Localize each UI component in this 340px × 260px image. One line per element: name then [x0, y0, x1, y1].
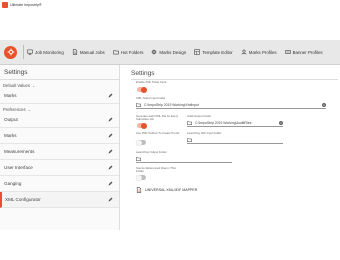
audit-folder-label: Audit Output Folder	[187, 114, 212, 118]
pencil-icon[interactable]	[108, 149, 113, 154]
monitor-icon	[27, 49, 33, 55]
pencil-icon[interactable]	[108, 181, 113, 186]
gear-icon	[7, 48, 14, 56]
pencil-icon[interactable]	[108, 165, 113, 170]
clear-icon[interactable]: ×	[279, 121, 283, 125]
settings-panel: Settings Enable XML Ticket Input XML Tic…	[131, 68, 340, 228]
sidebar-item-output[interactable]: Output	[0, 112, 119, 128]
audit-folder-value: C:\ImpoStrip 2019 Working\AuditFiles	[195, 121, 252, 125]
layout-icon	[194, 49, 200, 55]
xml-mapper-label: UNIVERSAL XML/JDF MAPPER	[145, 188, 198, 192]
marks-design-button[interactable]: Marks Design	[151, 49, 186, 55]
xml-mapper-button[interactable]: UNIVERSAL XML/JDF MAPPER	[136, 187, 197, 193]
sidebar-item-label: Marks	[4, 93, 17, 98]
audit-folder-field[interactable]: C:\ImpoStrip 2019 Working\AuditFiles ×	[187, 120, 283, 127]
ticket-folder-value: C:\ImpoStrip 2019 Working\XmlInput	[144, 103, 199, 107]
ticket-folder-label: XML Ticket Input Folder	[136, 96, 166, 100]
crosshair-icon	[151, 49, 158, 55]
audit-job-toggle[interactable]	[137, 122, 147, 129]
banner-profiles-label: Banner Profiles	[292, 49, 323, 55]
output-folder-label: Launching Output Folder	[136, 150, 167, 154]
pencil-icon[interactable]	[108, 93, 113, 98]
sidebar-item-default-marks[interactable]: Marks	[0, 88, 119, 104]
enable-xml-toggle[interactable]	[137, 86, 147, 93]
hot-folders-label: Hot Folders	[120, 49, 144, 55]
main-toolbar: Job Monitoring Manual Jobs Hot Folders M…	[0, 40, 340, 65]
clear-icon[interactable]: ×	[322, 103, 326, 107]
ticket-folder-field[interactable]: C:\ImpoStrip 2019 Working\XmlInput ×	[136, 102, 326, 109]
group-preferences[interactable]: Preferences ⌄	[0, 104, 119, 112]
user-icon	[241, 49, 247, 55]
referenced-files-label: Source Referenced Files in This Folder	[136, 166, 176, 173]
folder-icon	[187, 121, 192, 125]
sidebar-title: Settings	[4, 68, 28, 76]
pdf-toolbox-label: Use PDF Toolbox To Create Proofs	[136, 131, 180, 135]
page-title: Settings	[131, 69, 155, 77]
pencil-icon[interactable]	[108, 197, 113, 202]
output-folder-field[interactable]	[136, 156, 232, 163]
sidebar-header: Settings	[0, 65, 119, 80]
pdf-toolbox-toggle[interactable]	[136, 139, 146, 146]
toolbar-separator	[23, 45, 24, 59]
group-default-values[interactable]: Default Values ⌄	[0, 80, 119, 88]
pencil-icon[interactable]	[108, 117, 113, 122]
app-icon	[2, 2, 8, 8]
sidebar-item-label: Measurements	[4, 149, 35, 154]
marks-design-label: Marks Design	[159, 49, 187, 55]
banner-profiles-button[interactable]: Banner Profiles	[284, 49, 323, 55]
jdf-folder-field[interactable]	[187, 137, 283, 144]
sidebar-item-label: Output	[4, 117, 18, 122]
title-bar: Ultimate Impostrip®	[0, 0, 340, 10]
job-monitoring-label: Job Monitoring	[35, 49, 64, 55]
impostrip-logo-button[interactable]	[4, 45, 17, 59]
folder-icon	[187, 138, 192, 142]
template-editor-button[interactable]: Template Editor	[194, 49, 233, 55]
banner-icon	[284, 50, 291, 54]
document-icon	[72, 49, 77, 55]
folder-icon	[136, 103, 141, 107]
sidebar-item-marks[interactable]: Marks	[0, 128, 119, 144]
window-title: Ultimate Impostrip®	[10, 3, 42, 7]
job-monitoring-button[interactable]: Job Monitoring	[27, 49, 64, 55]
sidebar-item-label: XML Configurator	[5, 197, 41, 202]
hot-folders-button[interactable]: Hot Folders	[113, 49, 144, 55]
jdf-folder-label: Launching JDF Input Folder	[187, 131, 222, 135]
manual-jobs-button[interactable]: Manual Jobs	[72, 49, 105, 55]
settings-sidebar: Settings Default Values ⌄ Marks Preferen…	[0, 65, 120, 230]
folder-icon	[113, 50, 119, 55]
sidebar-item-label: Marks	[4, 133, 17, 138]
folder-icon	[136, 157, 141, 161]
enable-xml-label: Enable XML Ticket Input	[136, 80, 167, 84]
sidebar-item-xml-configurator[interactable]: XML Configurator	[0, 192, 119, 208]
pencil-icon[interactable]	[108, 133, 113, 138]
manual-jobs-label: Manual Jobs	[79, 49, 105, 55]
sidebar-item-label: User Interface	[4, 165, 33, 170]
mapper-icon	[136, 187, 142, 193]
sidebar-item-ganging[interactable]: Ganging	[0, 176, 119, 192]
referenced-files-toggle[interactable]	[136, 174, 146, 181]
template-editor-label: Template Editor	[202, 49, 233, 55]
marks-profiles-button[interactable]: Marks Profiles	[241, 49, 277, 55]
sidebar-item-label: Ganging	[4, 181, 22, 186]
sidebar-item-measurements[interactable]: Measurements	[0, 144, 119, 160]
sidebar-item-user-interface[interactable]: User Interface	[0, 160, 119, 176]
marks-profiles-label: Marks Profiles	[248, 49, 277, 55]
audit-job-label: Generate audit XML File for Every Submit…	[136, 114, 179, 121]
